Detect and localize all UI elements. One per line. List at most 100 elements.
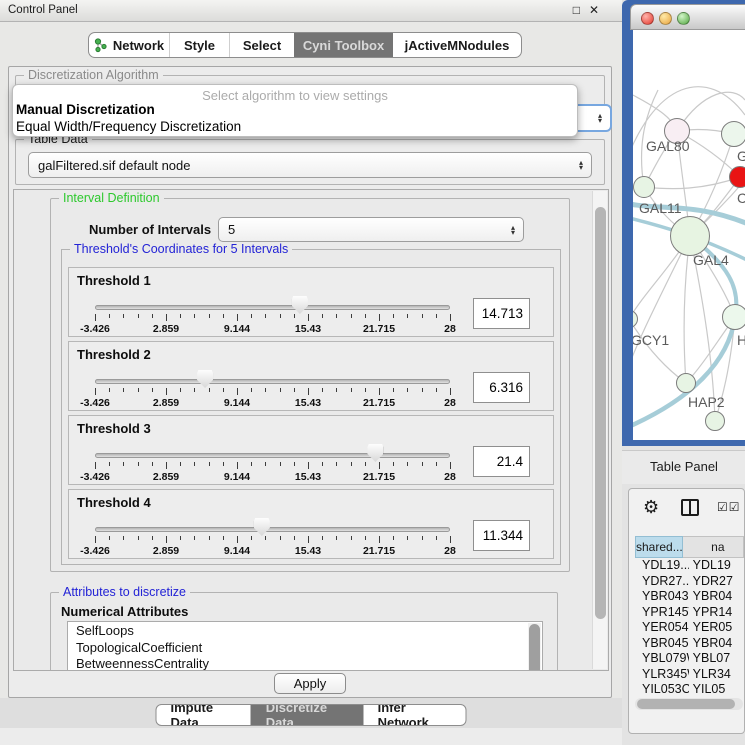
thresholds-group-title: Threshold's Coordinates for 5 Intervals	[70, 242, 292, 256]
discretization-algorithm-title: Discretization Algorithm	[24, 68, 163, 82]
close-panel-icon[interactable]: ✕	[589, 3, 608, 17]
network-node[interactable]	[676, 373, 696, 393]
table-row[interactable]: YBR043CYBR04	[635, 589, 744, 605]
list-item-selfloops[interactable]: SelfLoops	[68, 622, 542, 639]
scrollbar-thumb[interactable]	[637, 699, 735, 709]
table-horizontal-scrollbar[interactable]	[635, 698, 743, 710]
cyni-toolbox-panel: Discretization Algorithm ▴▾ Table Data g…	[8, 66, 612, 698]
table-row[interactable]: YBR045CYBR04	[635, 636, 744, 652]
slider-thumb[interactable]	[254, 518, 270, 536]
number-of-intervals-label: Number of Intervals	[89, 222, 211, 237]
tab-impute-data[interactable]: Impute Data	[157, 705, 251, 725]
node-label-c: C	[737, 190, 745, 206]
attributes-list-scrollbar[interactable]	[528, 623, 541, 671]
table-row[interactable]: YBL079WYBL07	[635, 651, 744, 667]
dropdown-hint[interactable]: Select algorithm to view settings	[13, 85, 577, 101]
threshold-value-field[interactable]: 11.344	[473, 520, 530, 551]
slider-thumb[interactable]	[367, 444, 383, 462]
slider-tick-labels: -3.4262.8599.14415.4321.71528	[95, 545, 451, 557]
cell-name: YBR04	[689, 589, 744, 605]
column-checkboxes-icon[interactable]: ☑☑	[717, 500, 741, 514]
algorithm-dropdown-popup: Select algorithm to view settings Manual…	[12, 84, 578, 137]
tab-label: jActiveMNodules	[405, 38, 510, 53]
network-node[interactable]	[705, 411, 725, 431]
threshold-value-field[interactable]: 21.4	[473, 446, 530, 477]
tab-infer-network[interactable]: Infer Network	[363, 705, 466, 725]
list-item-topologicalcoefficient[interactable]: TopologicalCoefficient	[68, 639, 542, 656]
table-rows: YDL19...YDL19YDR27...YDR27YBR043CYBR04YP…	[635, 558, 744, 698]
table-row[interactable]: YDR27...YDR27	[635, 574, 744, 590]
network-icon	[94, 38, 108, 53]
tab-label: Discretize Data	[266, 704, 349, 726]
node-label-ga: GA	[737, 148, 745, 164]
threshold-value-field[interactable]: 14.713	[473, 298, 530, 329]
slider-tick-labels: -3.4262.8599.14415.4321.71528	[95, 471, 451, 483]
scrollbar-thumb[interactable]	[529, 624, 540, 671]
network-node[interactable]	[721, 121, 745, 147]
bottom-tabbar: Impute Data Discretize Data Infer Network	[156, 704, 467, 726]
slider-thumb[interactable]	[197, 370, 213, 388]
tab-label: Impute Data	[171, 704, 237, 726]
tab-cyni-toolbox[interactable]: Cyni Toolbox	[294, 33, 392, 57]
table-data-group: Table Data galFiltered.sif default node …	[15, 139, 605, 185]
network-node[interactable]	[722, 304, 745, 330]
node-attribute-table[interactable]: shared... na YDL19...YDL19YDR27...YDR27Y…	[635, 536, 744, 698]
table-row[interactable]: YDL19...YDL19	[635, 558, 744, 574]
tab-label: Select	[243, 38, 281, 53]
column-header-name[interactable]: na	[683, 536, 744, 558]
tab-jactivemnodules[interactable]: jActiveMNodules	[392, 33, 521, 57]
cell-name: YPR14	[689, 605, 744, 621]
slider-track[interactable]	[95, 305, 450, 310]
slider-thumb[interactable]	[292, 296, 308, 314]
zoom-window-icon[interactable]	[677, 12, 690, 25]
cell-name: YLR34	[689, 667, 744, 683]
interval-definition-group: Interval Definition Number of Intervals …	[50, 198, 570, 572]
tab-select[interactable]: Select	[229, 33, 294, 57]
scrollbar-thumb[interactable]	[595, 207, 606, 619]
table-row[interactable]: YLR345WYLR34	[635, 667, 744, 683]
minimize-window-icon[interactable]	[659, 12, 672, 25]
network-window-titlebar[interactable]	[630, 4, 745, 30]
cell-name: YBL07	[689, 651, 744, 667]
panel-vertical-scrollbar[interactable]	[592, 191, 607, 669]
tab-network[interactable]: Network	[89, 33, 169, 57]
slider-ticks	[95, 536, 451, 545]
network-canvas[interactable]: GAL80GACGAL11GAL4GCY1HHAP2	[633, 30, 745, 440]
tab-discretize-data[interactable]: Discretize Data	[251, 705, 363, 725]
number-of-intervals-combo[interactable]: 5 ▴▾	[218, 217, 524, 242]
table-panel-title: Table Panel	[650, 459, 718, 474]
spinner-icon: ▴▾	[598, 113, 602, 123]
cell-shared-name: YBR043C	[635, 589, 689, 605]
bottom-strip2	[0, 728, 622, 745]
table-row[interactable]: YER054CYER05	[635, 620, 744, 636]
slider-track[interactable]	[95, 527, 450, 532]
number-of-intervals-value: 5	[228, 222, 235, 237]
network-node[interactable]	[670, 216, 710, 256]
dropdown-option-equal-width-frequency[interactable]: Equal Width/Frequency Discretization	[13, 118, 577, 135]
slider-track[interactable]	[95, 379, 450, 384]
network-node[interactable]	[729, 166, 745, 188]
list-item-betweennesscentrality[interactable]: BetweennessCentrality	[68, 655, 542, 671]
gear-icon[interactable]: ⚙	[643, 497, 659, 518]
slider-ticks	[95, 314, 451, 323]
table-row[interactable]: YPR145WYPR14	[635, 605, 744, 621]
split-columns-icon[interactable]	[681, 499, 699, 516]
slider-track[interactable]	[95, 453, 450, 458]
tab-label: Network	[113, 38, 164, 53]
table-data-selected: galFiltered.sif default node	[38, 158, 190, 173]
cell-shared-name: YDL19...	[635, 558, 689, 574]
column-header-shared-name[interactable]: shared...	[635, 536, 683, 558]
tab-style[interactable]: Style	[169, 33, 229, 57]
dropdown-option-manual-discretization[interactable]: Manual Discretization	[13, 101, 577, 118]
numerical-attributes-list[interactable]: SelfLoopsTopologicalCoefficientBetweenne…	[67, 621, 543, 671]
threshold-panel-1: Threshold 1-3.4262.8599.14415.4321.71528…	[68, 267, 554, 337]
control-panel: Control Panel □✕ NetworkStyleSelectCyni …	[0, 0, 622, 745]
close-window-icon[interactable]	[641, 12, 654, 25]
network-node[interactable]	[633, 176, 655, 198]
node-label-h: H	[737, 332, 745, 348]
threshold-value-field[interactable]: 6.316	[473, 372, 530, 403]
apply-button[interactable]: Apply	[274, 673, 346, 694]
table-data-combo[interactable]: galFiltered.sif default node ▴▾	[28, 152, 592, 178]
float-panel-icon[interactable]: □	[573, 3, 589, 17]
table-row[interactable]: YIL053CYIL05	[635, 682, 744, 698]
